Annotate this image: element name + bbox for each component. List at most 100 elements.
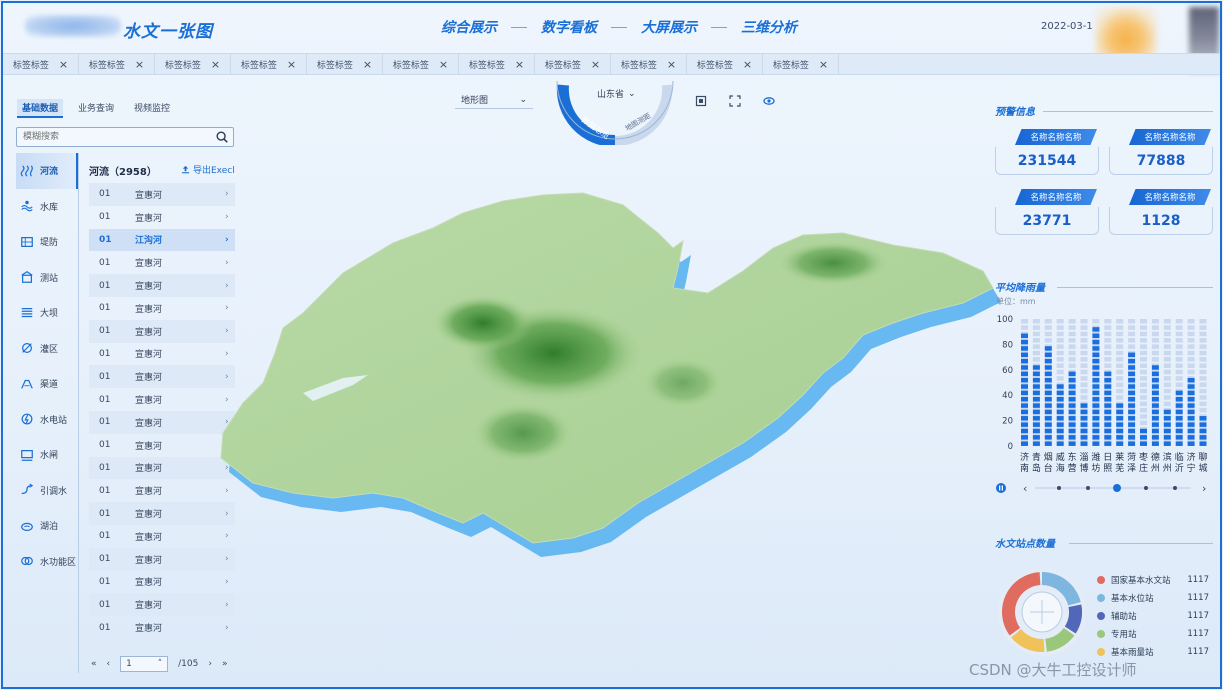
- tag-item[interactable]: 标签标签 ×: [459, 54, 535, 74]
- tag-label: 标签标签: [240, 60, 277, 71]
- warning-card[interactable]: 名称名称名称 77888: [1109, 129, 1213, 177]
- date-display: 2022-03-1: [1041, 21, 1093, 32]
- warning-card[interactable]: 名称名称名称 1128: [1109, 189, 1213, 237]
- station-icon: [21, 271, 33, 284]
- pause-icon[interactable]: [996, 483, 1006, 493]
- x-tick-label: 聊: [1198, 451, 1207, 463]
- tag-item[interactable]: 标签标签 ×: [687, 54, 763, 74]
- logo: [25, 15, 121, 37]
- station-title: 水文站点数量: [995, 539, 1055, 550]
- category-station[interactable]: 测站: [16, 260, 78, 296]
- tag-item[interactable]: 标签标签 ×: [3, 54, 79, 74]
- category-river[interactable]: 河流: [16, 153, 78, 189]
- carousel-prev-icon[interactable]: ‹: [1023, 482, 1027, 495]
- tab-business-query[interactable]: 业务查询: [73, 99, 119, 118]
- list-item[interactable]: 01宣惠河›: [89, 593, 235, 617]
- y-tick-label: 20: [1002, 417, 1013, 427]
- category-irrigation[interactable]: 灌区: [16, 331, 78, 367]
- nav-digital-board[interactable]: 数字看板: [541, 17, 597, 37]
- search-box: [16, 127, 234, 147]
- fullscreen-icon[interactable]: [695, 95, 707, 107]
- nav-big-screen[interactable]: 大屏展示: [641, 17, 697, 37]
- lake-icon: [21, 522, 33, 531]
- x-tick-label: 城: [1198, 463, 1207, 474]
- tag-item[interactable]: 标签标签 ×: [79, 54, 155, 74]
- tag-item[interactable]: 标签标签 ×: [155, 54, 231, 74]
- category-dam[interactable]: 大坝: [16, 295, 78, 331]
- app-title: 水文一张图: [123, 22, 213, 42]
- page-input[interactable]: 1 ˄: [120, 656, 169, 672]
- category-channel[interactable]: 渠道: [16, 366, 78, 402]
- category-sluice[interactable]: 水闸: [16, 437, 78, 473]
- warning-card[interactable]: 名称名称名称 23771: [995, 189, 1099, 237]
- x-tick-label: 德: [1151, 451, 1160, 463]
- tag-item[interactable]: 标签标签 ×: [611, 54, 687, 74]
- category-lake[interactable]: 湖泊: [16, 508, 78, 544]
- search-input[interactable]: [17, 128, 207, 146]
- x-tick-label: 州: [1151, 463, 1160, 474]
- legend-item: 基本水位站 1117: [1097, 589, 1209, 607]
- category-reservoir[interactable]: 水库: [16, 189, 78, 225]
- nav-3d-analysis[interactable]: 三维分析: [741, 17, 797, 37]
- first-page-button[interactable]: «: [91, 659, 97, 669]
- tag-item[interactable]: 标签标签 ×: [307, 54, 383, 74]
- chevron-down-icon: ⌄: [519, 94, 527, 105]
- tab-video-monitor[interactable]: 视频监控: [129, 99, 175, 118]
- tag-label: 标签标签: [620, 60, 657, 71]
- search-icon[interactable]: [215, 130, 229, 144]
- close-icon[interactable]: ×: [515, 58, 524, 71]
- tag-label: 标签标签: [696, 60, 733, 71]
- x-tick-label: 菏: [1127, 452, 1136, 463]
- close-icon[interactable]: ×: [211, 58, 220, 71]
- layer-select[interactable]: 地形图 ⌄: [455, 91, 533, 109]
- last-page-button[interactable]: »: [222, 659, 228, 669]
- warning-card[interactable]: 名称名称名称 231544: [995, 129, 1099, 177]
- legend-dot: [1097, 648, 1105, 656]
- category-hydropower[interactable]: 水电站: [16, 402, 78, 438]
- station-legend: 国家基本水文站 1117 基本水位站 1117 辅助站 1117 专用站 1117 基本雨量站 1…: [1097, 571, 1209, 661]
- next-page-button[interactable]: ›: [208, 659, 212, 669]
- tag-item[interactable]: 标签标签 ×: [763, 54, 839, 74]
- bar: [1187, 377, 1195, 446]
- close-icon[interactable]: ×: [363, 58, 372, 71]
- close-icon[interactable]: ×: [439, 58, 448, 71]
- page-total: /105: [178, 659, 199, 669]
- x-tick-label: 沂: [1175, 462, 1184, 474]
- close-icon[interactable]: ×: [667, 58, 676, 71]
- list-item[interactable]: 01宣惠河›: [89, 616, 235, 639]
- close-icon[interactable]: ×: [135, 58, 144, 71]
- carousel-next-icon[interactable]: ›: [1202, 482, 1206, 495]
- tag-item[interactable]: 标签标签 ×: [383, 54, 459, 74]
- tag-item[interactable]: 标签标签 ×: [231, 54, 307, 74]
- bar: [1175, 390, 1183, 446]
- top-nav: 综合展示 数字看板 大屏展示 三维分析: [441, 17, 797, 37]
- category-water-function[interactable]: 水功能区: [16, 544, 78, 580]
- province-select[interactable]: 山东省 ⌄: [597, 87, 636, 101]
- water-function-icon: [21, 557, 33, 566]
- prev-page-button[interactable]: ‹: [107, 659, 111, 669]
- shandong-terrain-map[interactable]: [203, 153, 1003, 573]
- expand-icon[interactable]: [729, 95, 741, 107]
- nav-overview[interactable]: 综合展示: [441, 17, 497, 37]
- chart-carousel: ‹ ›: [995, 481, 1211, 495]
- list-title: 河流（2958）: [89, 167, 157, 178]
- list-item[interactable]: 01宣惠河›: [89, 571, 235, 594]
- x-tick-label: 烟: [1044, 451, 1053, 463]
- warning-title: 预警信息: [995, 107, 1035, 118]
- close-icon[interactable]: ×: [591, 58, 600, 71]
- chevron-right-icon: ›: [225, 622, 229, 633]
- category-dike[interactable]: 堤防: [16, 224, 78, 260]
- x-tick-label: 济: [1020, 451, 1029, 463]
- close-icon[interactable]: ×: [743, 58, 752, 71]
- category-list: 河流 水库 堤防 测站 大坝 灌区 渠道 水电站 水闸 引调水 湖泊 水功能区: [16, 153, 78, 579]
- eye-icon[interactable]: [763, 95, 775, 107]
- category-water-diversion[interactable]: 引调水: [16, 473, 78, 509]
- close-icon[interactable]: ×: [287, 58, 296, 71]
- x-tick-label: 潍: [1091, 451, 1100, 463]
- tag-item[interactable]: 标签标签 ×: [535, 54, 611, 74]
- legend-item: 专用站 1117: [1097, 625, 1209, 643]
- bar: [1199, 416, 1207, 446]
- close-icon[interactable]: ×: [819, 58, 828, 71]
- close-icon[interactable]: ×: [59, 58, 68, 71]
- tab-basic-data[interactable]: 基础数据: [17, 99, 64, 118]
